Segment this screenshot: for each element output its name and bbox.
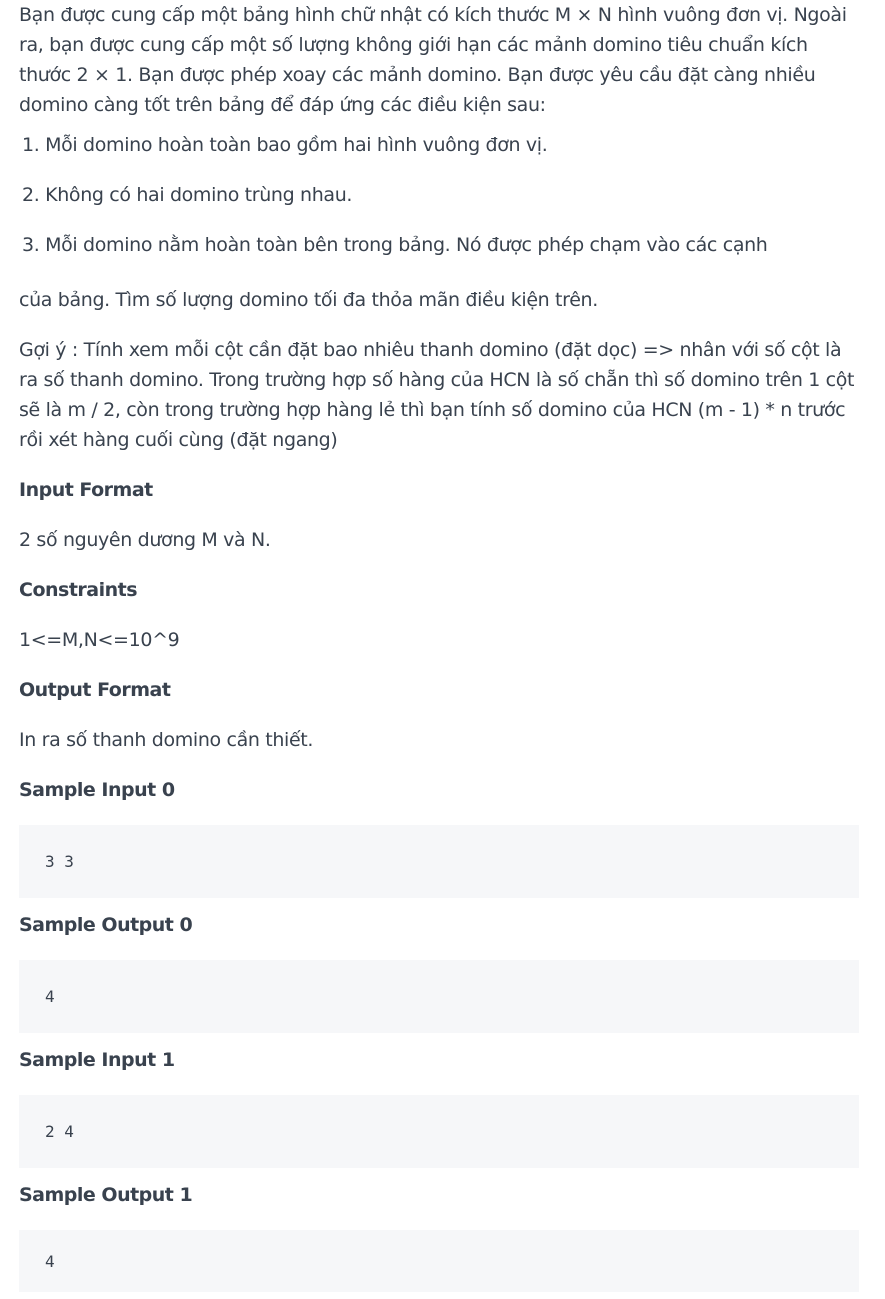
input-format-text: 2 số nguyên dương M và N. [19, 529, 271, 551]
sample-input-0-value: 3 3 [45, 852, 74, 871]
sample-output-1-heading: Sample Output 1 [19, 1184, 193, 1206]
sample-output-1-code: 4 [19, 1230, 859, 1292]
sample-output-0-heading: Sample Output 0 [19, 914, 193, 936]
sample-input-1-value: 2 4 [45, 1122, 74, 1141]
problem-intro: Bạn được cung cấp một bảng hình chữ nhật… [19, 4, 847, 116]
condition-2: 2. Không có hai domino trùng nhau. [22, 184, 353, 206]
problem-continuation: của bảng. Tìm số lượng domino tối đa thỏ… [19, 289, 598, 311]
sample-output-1-value: 4 [45, 1251, 55, 1271]
sample-input-0-heading: Sample Input 0 [19, 779, 175, 801]
problem-hint: Gợi ý : Tính xem mỗi cột cần đặt bao nhi… [19, 339, 855, 451]
constraints-text: 1<=M,N<=10^9 [19, 629, 180, 651]
sample-output-0-code: 4 [19, 960, 859, 1033]
constraints-heading: Constraints [19, 579, 138, 601]
condition-1: 1. Mỗi domino hoàn toàn bao gồm hai hình… [22, 134, 548, 156]
output-format-text: In ra số thanh domino cần thiết. [19, 729, 314, 751]
sample-output-0-value: 4 [45, 987, 55, 1006]
sample-input-1-code: 2 4 [19, 1095, 859, 1168]
problem-statement: Bạn được cung cấp một bảng hình chữ nhật… [0, 0, 878, 1292]
sample-input-0-code: 3 3 [19, 825, 859, 898]
output-format-heading: Output Format [19, 679, 171, 701]
sample-input-1-heading: Sample Input 1 [19, 1049, 175, 1071]
condition-3: 3. Mỗi domino nằm hoàn toàn bên trong bả… [22, 234, 768, 256]
input-format-heading: Input Format [19, 479, 153, 501]
